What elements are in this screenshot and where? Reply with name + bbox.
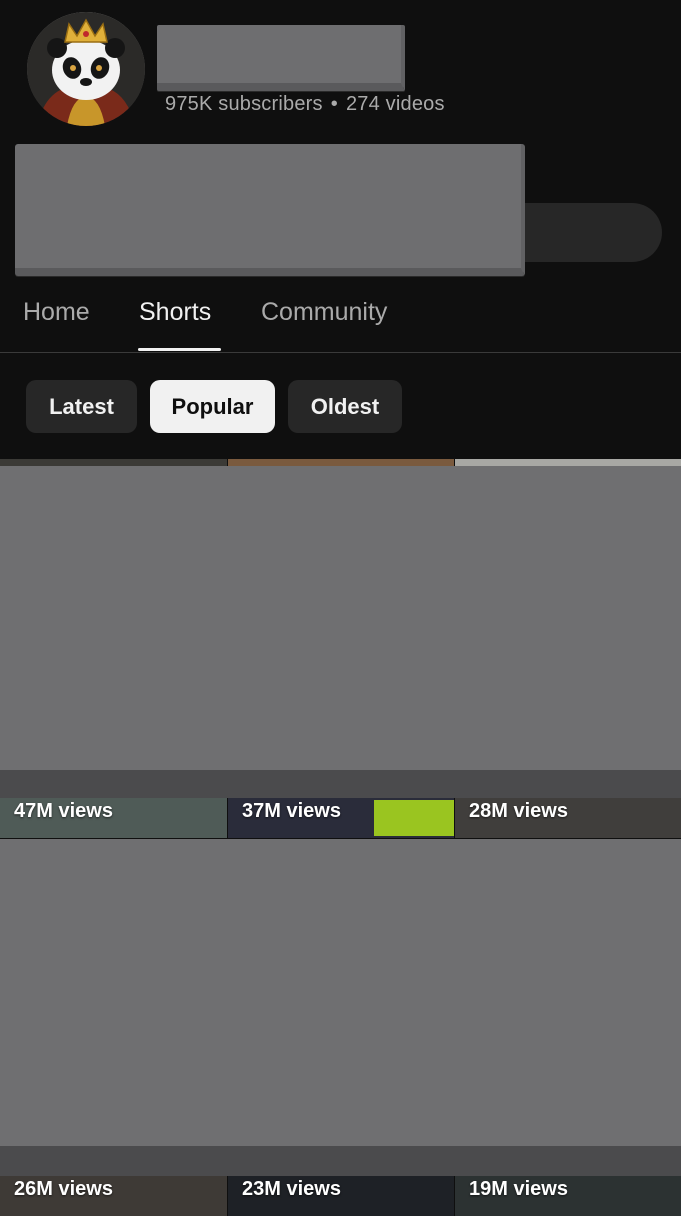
short-views: 26M views <box>14 1178 113 1200</box>
stats-separator: • <box>330 93 338 115</box>
short-views: 23M views <box>242 1178 341 1200</box>
short-views: 28M views <box>469 800 568 822</box>
channel-name-redaction <box>157 25 405 91</box>
filter-chip-popular[interactable]: Popular <box>150 380 275 433</box>
video-count: 274 videos <box>345 93 445 115</box>
short-card-2-thumb-accent <box>374 800 454 836</box>
short-views: 47M views <box>14 800 113 822</box>
grid-divider <box>227 798 228 838</box>
channel-avatar[interactable] <box>27 12 145 126</box>
tab-home[interactable]: Home <box>23 298 90 327</box>
grid-divider <box>454 798 455 838</box>
filter-chip-oldest[interactable]: Oldest <box>288 380 402 433</box>
short-views: 37M views <box>242 800 341 822</box>
tabs-divider <box>0 352 681 353</box>
active-tab-indicator <box>138 348 221 351</box>
grid-divider <box>227 1176 228 1200</box>
subscriber-count: 975K subscribers <box>165 93 323 115</box>
panda-king-avatar-icon <box>27 12 145 126</box>
channel-stats: 975K subscribers • 274 videos <box>165 93 445 116</box>
short-views: 19M views <box>469 1178 568 1200</box>
shorts-row-1-redaction <box>0 466 681 800</box>
channel-description-redaction <box>15 144 525 276</box>
shorts-row-2-redaction <box>0 839 681 1176</box>
grid-divider <box>454 1176 455 1200</box>
tab-community[interactable]: Community <box>261 298 387 327</box>
filter-chip-latest[interactable]: Latest <box>26 380 137 433</box>
tab-shorts[interactable]: Shorts <box>139 298 211 327</box>
